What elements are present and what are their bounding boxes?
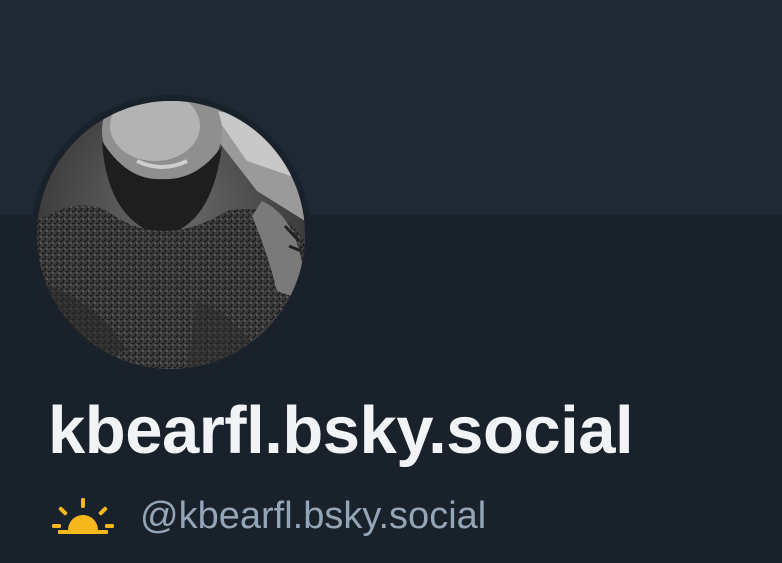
profile-page: kbearfl.bsky.social @kbearfl.bsky.social (0, 0, 782, 563)
handle-row: @kbearfl.bsky.social (52, 490, 486, 542)
avatar[interactable] (37, 101, 305, 369)
avatar-image (37, 101, 305, 369)
display-name: kbearfl.bsky.social (48, 393, 634, 468)
sunrise-icon (52, 498, 114, 534)
handle[interactable]: @kbearfl.bsky.social (140, 495, 486, 538)
